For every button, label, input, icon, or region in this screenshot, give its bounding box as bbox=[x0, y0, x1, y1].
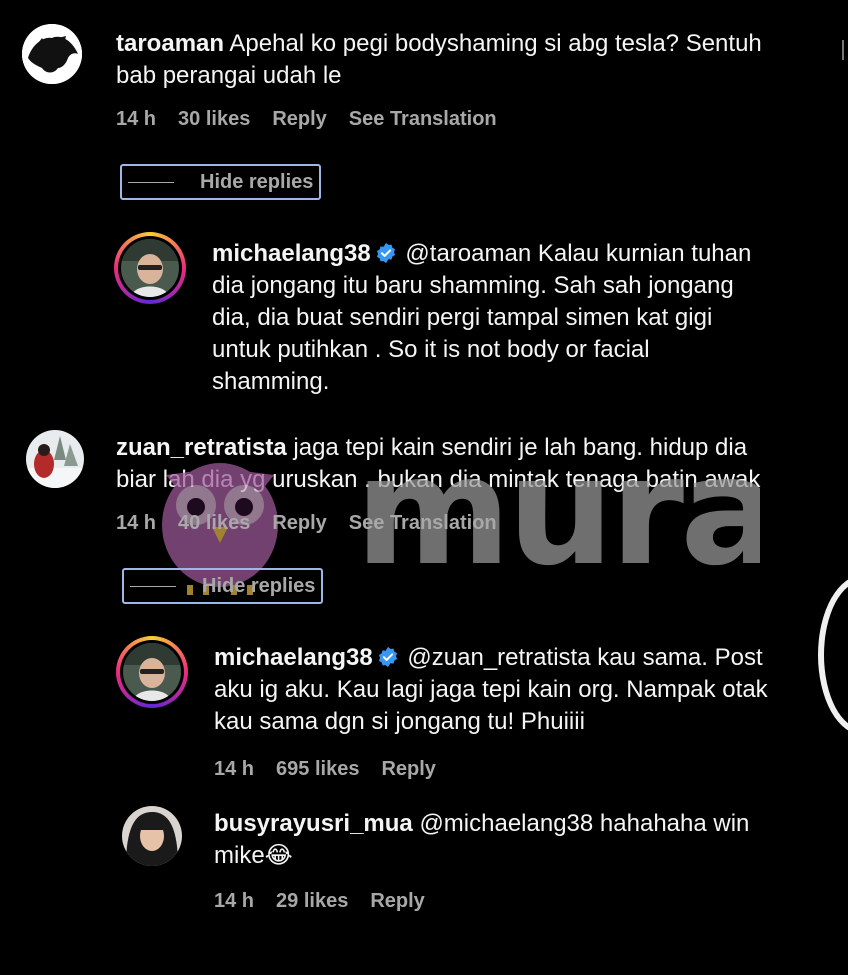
timestamp: 14 h bbox=[116, 512, 157, 534]
comment-text-line2: biar lah dia yg uruskan . bukan dia mint… bbox=[116, 466, 761, 493]
edge-bracket-icon bbox=[842, 40, 848, 60]
hide-replies-label: Hide replies bbox=[200, 170, 314, 193]
comment-text-line1: jaga tepi kain sendiri je lah bang. hidu… bbox=[293, 434, 748, 461]
hide-replies-label: Hide replies bbox=[202, 574, 316, 597]
avatar-image bbox=[122, 806, 182, 866]
reply-busyrayusri-mua: busyrayusri_mua @michaelang38 hahahaha w… bbox=[214, 808, 824, 872]
mention-link[interactable]: @zuan_retratista bbox=[407, 644, 590, 671]
comment-taroaman: taroaman Apehal ko pegi bodyshaming si a… bbox=[116, 28, 816, 92]
hide-replies-button[interactable]: Hide replies bbox=[120, 164, 321, 200]
likes-count[interactable]: 29 likes bbox=[276, 890, 348, 913]
likes-count[interactable]: 40 likes bbox=[178, 512, 250, 535]
likes-count[interactable]: 695 likes bbox=[276, 758, 359, 781]
avatar-image bbox=[22, 24, 82, 84]
verified-badge-icon bbox=[378, 646, 397, 668]
hide-replies-button[interactable]: Hide replies bbox=[122, 568, 323, 604]
reply-michaelang38-2: michaelang38 @zuan_retratista kau sama. … bbox=[214, 642, 824, 738]
avatar-image bbox=[26, 430, 84, 488]
divider-line bbox=[130, 585, 176, 587]
avatar-busyrayusri-mua[interactable] bbox=[122, 806, 182, 866]
reply-michaelang38-1: michaelang38 @taroaman Kalau kurnian tuh… bbox=[212, 238, 822, 398]
reply-meta-busyrayusri-mua: 14 h 29 likes Reply bbox=[214, 890, 425, 913]
reply-button[interactable]: Reply bbox=[381, 758, 435, 781]
reply-text-line4: untuk putihkan . So it is not body or fa… bbox=[212, 336, 650, 363]
reply-button[interactable]: Reply bbox=[370, 890, 424, 913]
reply-text-line3: dia, dia buat sendiri pergi tampal simen… bbox=[212, 304, 713, 331]
avatar-image bbox=[123, 643, 181, 701]
see-translation-button[interactable]: See Translation bbox=[349, 512, 497, 535]
reply-button[interactable]: Reply bbox=[272, 512, 326, 535]
username-michaelang38[interactable]: michaelang38 bbox=[212, 240, 371, 267]
comment-text-line1: Apehal ko pegi bodyshaming si abg tesla?… bbox=[229, 30, 762, 57]
reply-text-line1: hahahaha win bbox=[599, 810, 750, 837]
reply-text-line2: dia jongang itu baru shamming. Sah sah j… bbox=[212, 272, 734, 299]
comment-meta-taroaman: 14 h 30 likes Reply See Translation bbox=[116, 108, 497, 131]
reply-button[interactable]: Reply bbox=[272, 108, 326, 131]
timestamp: 14 h bbox=[214, 758, 255, 780]
username-zuan-retratista[interactable]: zuan_retratista bbox=[116, 434, 287, 461]
username-michaelang38[interactable]: michaelang38 bbox=[214, 644, 373, 671]
reply-text-line2: mike😂 bbox=[214, 842, 293, 869]
divider-line bbox=[128, 181, 174, 183]
avatar-michaelang38[interactable] bbox=[114, 232, 186, 304]
avatar-zuan-retratista[interactable] bbox=[26, 430, 84, 488]
avatar-michaelang38[interactable] bbox=[116, 636, 188, 708]
avatar-image bbox=[121, 239, 179, 297]
username-busyrayusri-mua[interactable]: busyrayusri_mua bbox=[214, 810, 413, 837]
see-translation-button[interactable]: See Translation bbox=[349, 108, 497, 131]
verified-badge-icon bbox=[376, 242, 395, 264]
reply-text-line1: kau sama. Post bbox=[597, 644, 763, 671]
comment-zuan-retratista: zuan_retratista jaga tepi kain sendiri j… bbox=[116, 432, 836, 496]
comment-text-line2: bab perangai udah le bbox=[116, 62, 342, 89]
mention-link[interactable]: @taroaman bbox=[405, 240, 531, 267]
username-taroaman[interactable]: taroaman bbox=[116, 30, 224, 57]
timestamp: 14 h bbox=[214, 890, 255, 912]
comment-meta-zuan-retratista: 14 h 40 likes Reply See Translation bbox=[116, 512, 497, 535]
reply-text-line5: shamming. bbox=[212, 368, 330, 395]
likes-count[interactable]: 30 likes bbox=[178, 108, 250, 131]
reply-meta-michaelang38: 14 h 695 likes Reply bbox=[214, 758, 436, 781]
reply-text-line1: Kalau kurnian tuhan bbox=[537, 240, 752, 267]
reply-text-line3: kau sama dgn si jongang tu! Phuiiii bbox=[214, 708, 585, 735]
timestamp: 14 h bbox=[116, 108, 157, 130]
comments-panel: taroaman Apehal ko pegi bodyshaming si a… bbox=[0, 0, 848, 975]
mention-link[interactable]: @michaelang38 bbox=[419, 810, 593, 837]
reply-text-line2: aku ig aku. Kau lagi jaga tepi kain org.… bbox=[214, 676, 768, 703]
avatar-taroaman[interactable] bbox=[22, 24, 82, 84]
